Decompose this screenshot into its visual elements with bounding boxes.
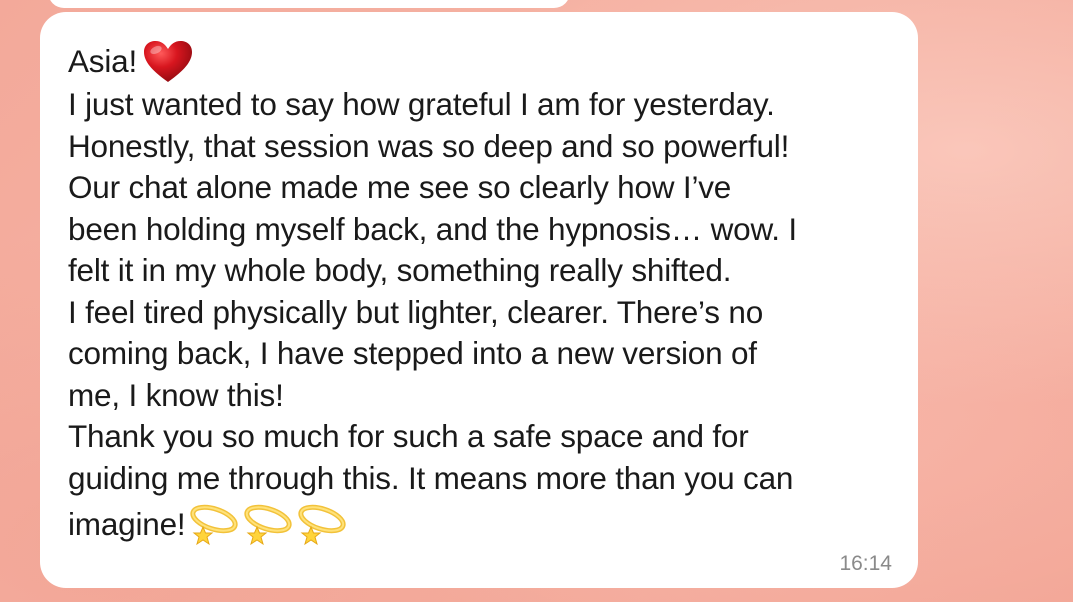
message-line: felt it in my whole body, something real… [68, 252, 732, 288]
message-timestamp: 16:14 [839, 552, 892, 575]
message-last-line: imagine! [68, 503, 890, 547]
message-greeting-line: Asia! [68, 40, 890, 84]
dizzy-halo-icon [298, 504, 347, 546]
red-heart-icon [144, 41, 193, 82]
message-line: Honestly, that session was so deep and s… [68, 127, 790, 164]
message-line: guiding me through this. It means more t… [68, 459, 794, 496]
message-line: Our chat alone made me see so clearly ho… [68, 169, 732, 205]
previous-message-bubble[interactable] [48, 0, 570, 8]
dizzy-halo-icon [190, 504, 239, 546]
message-line: I just wanted to say how grateful I am f… [68, 86, 775, 122]
message-bubble[interactable]: Asia! I just wanted to say how grateful … [40, 12, 918, 588]
message-line: I feel tired physically but lighter, cle… [68, 293, 764, 330]
message-line: Thank you so much for such a safe space … [68, 418, 749, 454]
message-line: coming back, I have stepped into a new v… [68, 335, 757, 371]
message-line: been holding myself back, and the hypnos… [68, 210, 797, 247]
last-line-text: imagine! [68, 506, 186, 543]
greeting-text: Asia! [68, 43, 138, 80]
message-line: me, I know this! [68, 376, 284, 413]
dizzy-halo-icon [244, 504, 293, 546]
